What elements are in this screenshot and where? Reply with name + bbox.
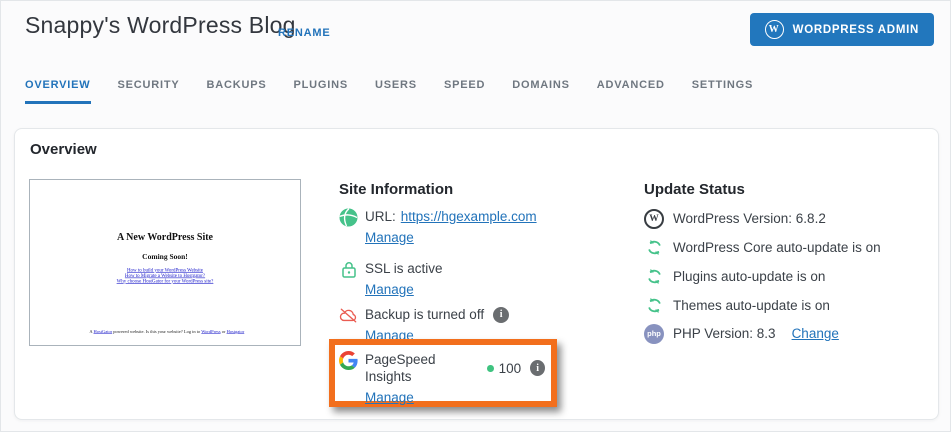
page-title: Snappy's WordPress Blog	[25, 12, 296, 38]
preview-title: A New WordPress Site	[116, 232, 213, 243]
site-url-link[interactable]: https://hgexample.com	[401, 208, 537, 225]
overview-card: Overview A New WordPress Site Coming Soo…	[14, 128, 939, 420]
preview-subtitle: Coming Soon!	[142, 252, 188, 261]
plugins-autoupdate-text: Plugins auto-update is on	[673, 269, 826, 284]
core-autoupdate-text: WordPress Core auto-update is on	[673, 240, 881, 255]
php-change-link[interactable]: Change	[792, 326, 839, 341]
preview-footer-link: HostGator	[93, 328, 113, 334]
ssl-row: SSL is active Manage	[339, 260, 443, 297]
pagespeed-score: 100	[498, 360, 522, 376]
pagespeed-label: PageSpeed Insights	[365, 352, 436, 384]
php-version-text: PHP Version: 8.3	[673, 326, 776, 341]
sync-icon	[644, 268, 664, 285]
backup-row: Backup is turned off i Manage	[339, 306, 510, 343]
tab-advanced[interactable]: ADVANCED	[597, 79, 665, 104]
pagespeed-manage-link[interactable]: Manage	[365, 390, 414, 405]
site-information-section: Site Information URL: https://hgexample.c…	[329, 181, 639, 421]
tab-domains[interactable]: DOMAINS	[512, 79, 570, 104]
core-autoupdate-row: WordPress Core auto-update is on	[644, 237, 881, 258]
url-row: URL: https://hgexample.com Manage	[339, 208, 537, 245]
wordpress-logo-icon: W	[644, 208, 664, 229]
admin-button-label: WORDPRESS ADMIN	[792, 23, 919, 36]
tab-speed[interactable]: SPEED	[444, 79, 485, 104]
ssl-lock-icon	[339, 260, 358, 297]
update-status-heading: Update Status	[644, 181, 745, 198]
plugins-autoupdate-row: Plugins auto-update is on	[644, 266, 825, 287]
preview-footer-link: WordPress	[201, 328, 221, 334]
wordpress-icon: W	[764, 20, 784, 39]
php-version-row: php PHP Version: 8.3 Change	[644, 323, 839, 344]
wordpress-version-row: W WordPress Version: 6.8.2	[644, 208, 826, 229]
ssl-status-text: SSL is active	[365, 261, 443, 276]
themes-autoupdate-text: Themes auto-update is on	[673, 298, 830, 313]
tab-plugins[interactable]: PLUGINS	[294, 79, 349, 104]
tab-bar: OVERVIEW SECURITY BACKUPS PLUGINS USERS …	[25, 79, 753, 104]
ssl-manage-link[interactable]: Manage	[365, 282, 414, 297]
sync-icon	[644, 239, 664, 256]
card-title: Overview	[30, 141, 97, 158]
info-icon[interactable]: i	[530, 360, 545, 376]
tab-users[interactable]: USERS	[375, 79, 417, 104]
preview-link: Why choose HostGator for your WordPress …	[116, 278, 214, 284]
backup-off-cloud-icon	[339, 306, 358, 343]
backup-status-text: Backup is turned off	[365, 307, 485, 322]
pagespeed-row: PageSpeed Insights 100 i Manage	[339, 351, 545, 405]
tab-backups[interactable]: BACKUPS	[207, 79, 267, 104]
globe-icon	[339, 208, 358, 245]
info-icon[interactable]: i	[493, 306, 510, 323]
tab-overview[interactable]: OVERVIEW	[25, 79, 91, 104]
site-information-heading: Site Information	[339, 181, 454, 198]
wordpress-version-text: WordPress Version: 6.8.2	[673, 211, 826, 226]
score-dot-icon	[487, 364, 494, 372]
wordpress-dashboard: Snappy's WordPress Blog RENAME W WORDPRE…	[0, 0, 951, 432]
pagespeed-highlight-box: PageSpeed Insights 100 i Manage	[329, 339, 557, 407]
themes-autoupdate-row: Themes auto-update is on	[644, 295, 830, 316]
preview-footer-link: Hostgator	[226, 328, 245, 334]
sync-icon	[644, 297, 664, 314]
tab-security[interactable]: SECURITY	[118, 79, 180, 104]
rename-link[interactable]: RENAME	[278, 27, 330, 39]
url-label: URL:	[365, 209, 396, 224]
site-preview-thumbnail[interactable]: A New WordPress Site Coming Soon! How to…	[29, 179, 301, 346]
wordpress-admin-button[interactable]: W WORDPRESS ADMIN	[749, 13, 934, 46]
tab-settings[interactable]: SETTINGS	[692, 79, 753, 104]
url-manage-link[interactable]: Manage	[365, 230, 414, 245]
php-icon: php	[644, 323, 664, 344]
preview-footer: A HostGator powered website. Is this you…	[89, 328, 245, 334]
update-status-section: Update Status W WordPress Version: 6.8.2…	[644, 181, 944, 344]
google-icon	[339, 351, 358, 405]
preview-links: How to build your WordPress Website How …	[81, 267, 248, 284]
